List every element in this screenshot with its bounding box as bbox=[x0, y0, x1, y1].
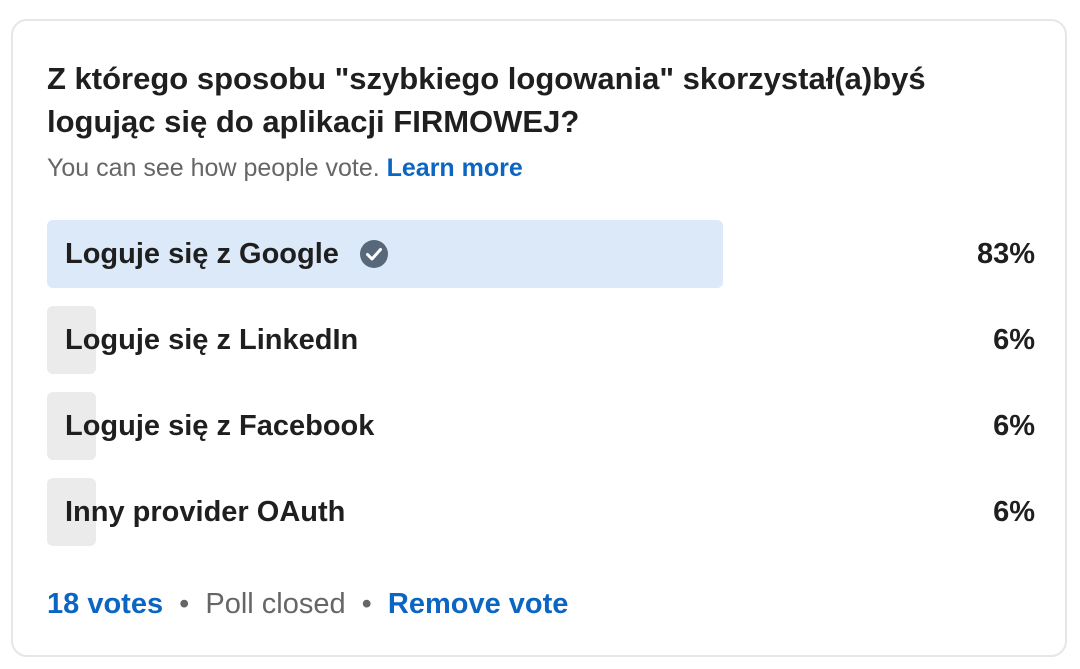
poll-card: Z którego sposobu "szybkiego logowania" … bbox=[11, 19, 1067, 657]
poll-visibility-note: You can see how people vote. Learn more bbox=[47, 152, 523, 184]
poll-option-other-oauth[interactable]: Inny provider OAuth 6% bbox=[47, 478, 1035, 546]
option-label: Loguje się z Google bbox=[65, 238, 339, 270]
separator-dot: • bbox=[179, 588, 190, 620]
visibility-note-text: You can see how people vote. bbox=[47, 154, 380, 182]
poll-option-facebook[interactable]: Loguje się z Facebook 6% bbox=[47, 392, 1035, 460]
separator-dot: • bbox=[361, 588, 372, 620]
option-percentage: 83% bbox=[976, 238, 1035, 270]
option-label: Inny provider OAuth bbox=[65, 496, 346, 528]
remove-vote-button[interactable]: Remove vote bbox=[388, 588, 569, 620]
option-label: Loguje się z LinkedIn bbox=[65, 324, 359, 356]
poll-option-linkedin[interactable]: Loguje się z LinkedIn 6% bbox=[47, 306, 1035, 374]
poll-status: Poll closed bbox=[205, 588, 346, 620]
option-percentage: 6% bbox=[993, 496, 1035, 528]
option-label: Loguje się z Facebook bbox=[65, 410, 375, 442]
check-circle-icon bbox=[359, 239, 389, 269]
poll-footer: 18 votes • Poll closed • Remove vote bbox=[47, 586, 568, 622]
learn-more-link[interactable]: Learn more bbox=[387, 154, 523, 182]
option-percentage: 6% bbox=[993, 410, 1035, 442]
poll-option-google[interactable]: Loguje się z Google 83% bbox=[47, 220, 1035, 288]
option-percentage: 6% bbox=[993, 324, 1035, 356]
poll-question: Z którego sposobu "szybkiego logowania" … bbox=[47, 61, 926, 139]
votes-count-link[interactable]: 18 votes bbox=[47, 588, 163, 620]
